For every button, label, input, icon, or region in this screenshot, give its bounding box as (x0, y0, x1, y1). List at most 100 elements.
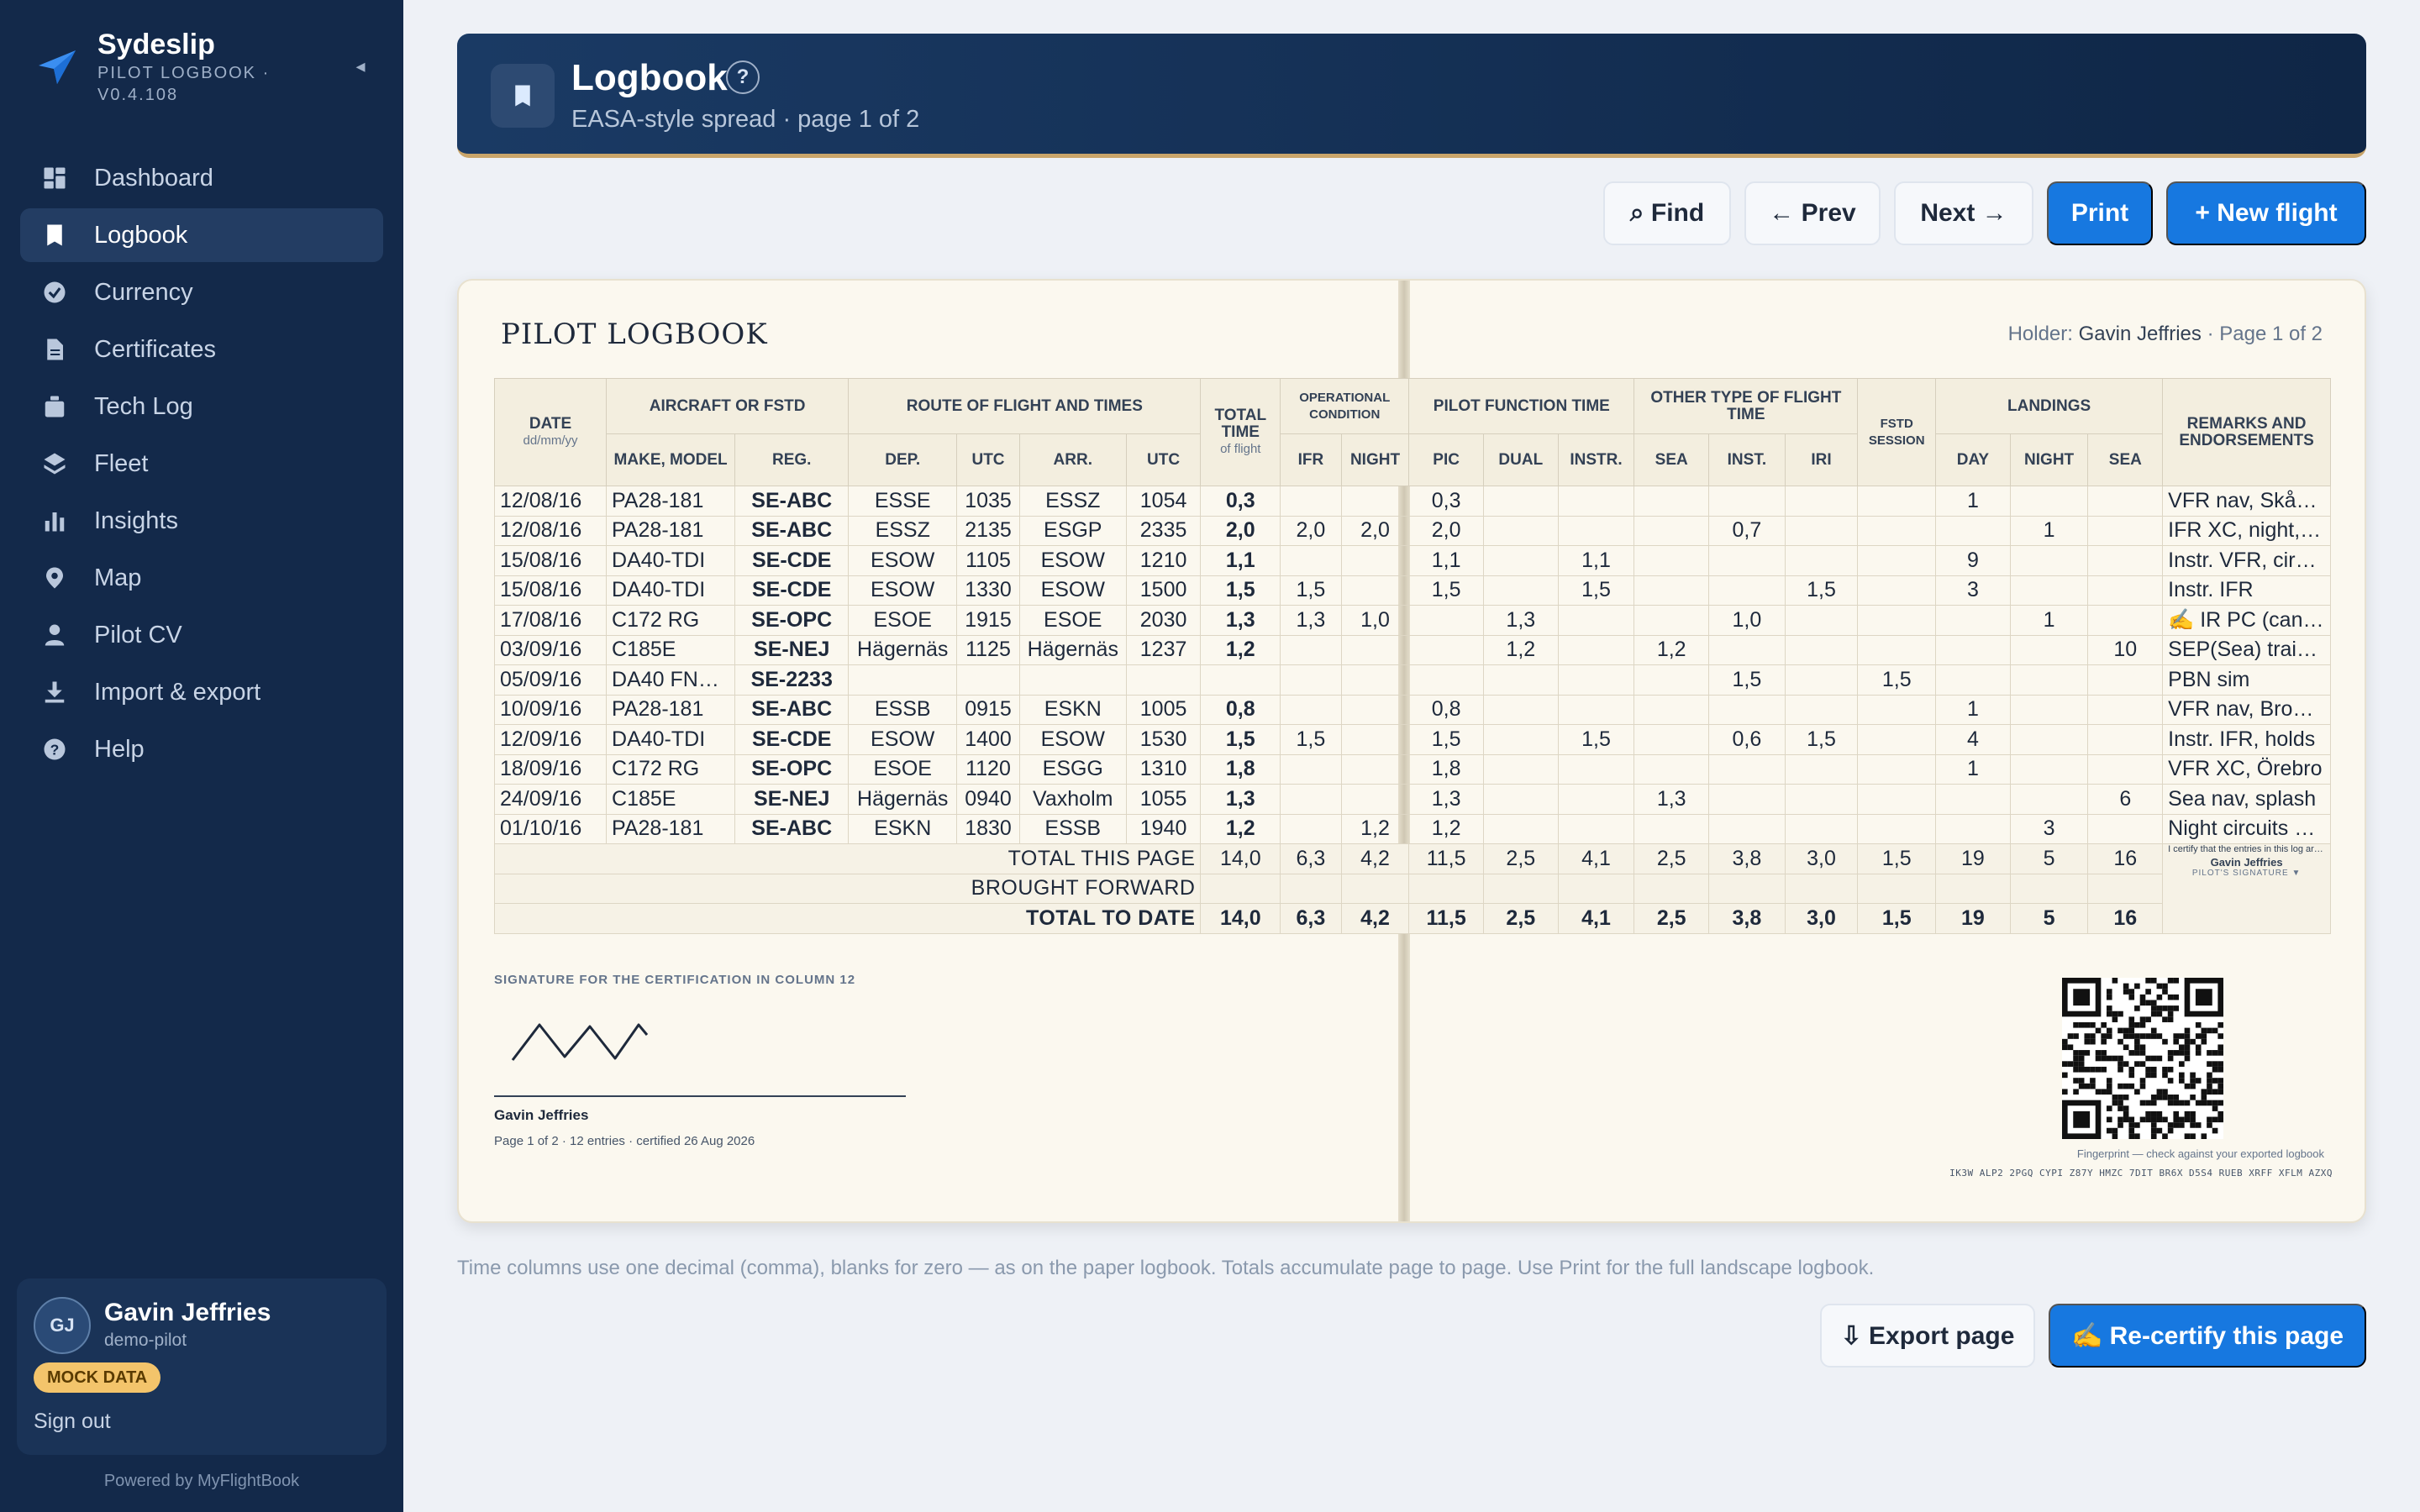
col-landings-night: NIGHT (2009, 433, 2089, 486)
table-row[interactable]: 15/08/16 DA40-TDI SE-CDE ESOW 1330 ESOW 1500 1,… (493, 575, 2331, 606)
totals-cell: 4,2 (1340, 903, 1410, 934)
sidebar-item-insights[interactable]: Insights (20, 494, 383, 548)
next-button[interactable]: Next → (1894, 181, 2033, 245)
table-cell: C185E (606, 634, 736, 665)
table-row[interactable]: 18/09/16 C172 RG SE-OPC ESOE 1120 ESGG 1310 1,8… (493, 753, 2331, 785)
print-button[interactable]: Print (2047, 181, 2153, 245)
table-row[interactable]: 10/09/16 PA28-181 SE-ABC ESSB 0915 ESKN 1005 0,… (493, 694, 2331, 725)
col-instr: INSTR. (1557, 433, 1635, 486)
totals-cell (1857, 873, 1937, 904)
table-row[interactable]: 05/09/16 DA40 FNPT II SE-2233 1,5 1,5 PBN sim (493, 664, 2331, 696)
table-cell: SE-ABC (734, 486, 850, 517)
table-cell: 1,5 (1557, 575, 1635, 606)
col-other-time: OTHER TYPE OF FLIGHT TIME (1634, 378, 1859, 434)
certification-box: I certify that the entries in this log a… (2162, 843, 2331, 934)
col-reg: REG. (734, 433, 850, 486)
table-row[interactable]: 15/08/16 DA40-TDI SE-CDE ESOW 1105 ESOW 1210 1,… (493, 545, 2331, 576)
table-cell: 1054 (1125, 486, 1202, 517)
col-aircraft: AIRCRAFT OR FSTD (606, 378, 850, 434)
sidebar-item-help[interactable]: ? Help (20, 722, 383, 776)
help-button[interactable]: ? (726, 60, 760, 94)
table-row[interactable]: 17/08/16 C172 RG SE-OPC ESOE 1915 ESOE 2030 1,3… (493, 605, 2331, 636)
sidebar-item-fleet[interactable]: Fleet (20, 437, 383, 491)
book-icon (491, 64, 555, 128)
table-cell (1708, 545, 1786, 576)
user-handle: demo-pilot (104, 1331, 187, 1350)
totals-label: BROUGHT FORWARD (493, 873, 1202, 904)
table-cell (2087, 664, 2164, 696)
sidebar-item-currency[interactable]: Currency (20, 265, 383, 319)
export-page-button[interactable]: ⇩ Export page (1820, 1304, 2035, 1368)
sidebar-item-dashboard[interactable]: Dashboard (20, 151, 383, 205)
table-cell: Sea nav, splash (2162, 784, 2331, 815)
table-cell (1340, 753, 1410, 785)
sidebar-item-pilot-cv[interactable]: Pilot CV (20, 608, 383, 662)
sidebar: Sydeslip PILOT LOGBOOK · V0.4.108 ◂ Dash… (0, 0, 403, 1512)
col-make-model: MAKE, MODEL (606, 433, 736, 486)
table-cell (1557, 515, 1635, 546)
table-cell: ESOW (1018, 724, 1127, 755)
table-cell: VFR nav, Skå–Essz (2162, 486, 2331, 517)
col-date: DATE dd/mm/yy (493, 378, 608, 486)
prev-button[interactable]: ← Prev (1744, 181, 1881, 245)
sidebar-item-import-export[interactable]: Import & export (20, 665, 383, 719)
table-cell: 1 (1935, 753, 2011, 785)
col-night: NIGHT (1340, 433, 1410, 486)
holder-name: Gavin Jeffries (2078, 323, 2202, 345)
table-cell (2087, 486, 2164, 517)
table-cell (1280, 486, 1342, 517)
table-cell: 0,8 (1200, 694, 1281, 725)
table-cell: 1 (1935, 694, 2011, 725)
certify-name: Gavin Jeffries (2210, 856, 2283, 869)
table-cell: Hägernäs (848, 634, 958, 665)
table-row[interactable]: 12/08/16 PA28-181 SE-ABC ESSE 1035 ESSZ 1054 0,… (493, 486, 2331, 517)
col-inst: INST. (1708, 433, 1786, 486)
table-cell (1708, 575, 1786, 606)
table-cell (1482, 515, 1559, 546)
new-flight-button[interactable]: + New flight (2166, 181, 2366, 245)
table-cell: 0915 (956, 694, 1020, 725)
totals-cell: 19 (1935, 903, 2011, 934)
table-row[interactable]: 12/09/16 DA40-TDI SE-CDE ESOW 1400 ESOW 1530 1,… (493, 724, 2331, 755)
table-cell: PA28-181 (606, 515, 736, 546)
table-cell: 1 (2009, 605, 2089, 636)
sidebar-item-map[interactable]: Map (20, 551, 383, 605)
find-button[interactable]: ⌕ Find (1603, 181, 1731, 245)
sidebar-item-certificates[interactable]: Certificates (20, 323, 383, 376)
table-cell: 3 (1935, 575, 2011, 606)
table-cell: 1 (1935, 486, 2011, 517)
table-cell: 1,5 (1784, 724, 1859, 755)
sidebar-item-tech-log[interactable]: Tech Log (20, 380, 383, 433)
table-cell: 1,5 (1557, 724, 1635, 755)
footnote: Time columns use one decimal (comma), bl… (457, 1257, 1875, 1279)
table-row[interactable]: 12/08/16 PA28-181 SE-ABC ESSZ 2135 ESGP 2335 2,… (493, 515, 2331, 546)
totals-cell (1557, 873, 1635, 904)
table-row[interactable]: 01/10/16 PA28-181 SE-ABC ESKN 1830 ESSB 1940 1,… (493, 813, 2331, 844)
table-cell: 1,5 (1280, 575, 1342, 606)
sidebar-item-label: Fleet (94, 449, 149, 477)
table-cell (1708, 753, 1786, 785)
table-row[interactable]: 24/09/16 C185E SE-NEJ Hägernäs 0940 Vaxholm 10… (493, 784, 2331, 815)
table-cell: Night circuits ESSB (2162, 813, 2331, 844)
col-total-time: TOTAL TIME of flight (1200, 378, 1281, 486)
table-cell: 1,3 (1634, 784, 1710, 815)
recertify-page-button[interactable]: ✍ Re-certify this page (2049, 1304, 2366, 1368)
totals-cell: 3,0 (1784, 903, 1859, 934)
totals-cell: 3,8 (1708, 843, 1786, 874)
table-row[interactable]: 03/09/16 C185E SE-NEJ Hägernäs 1125 Hägernäs 1… (493, 634, 2331, 665)
table-cell: ESSZ (1018, 486, 1127, 517)
table-cell (1482, 545, 1559, 576)
table-cell: 1830 (956, 813, 1020, 844)
table-cell: 1035 (956, 486, 1020, 517)
col-ifr: IFR (1280, 433, 1342, 486)
table-cell: ESOW (848, 545, 958, 576)
sidebar-item-logbook[interactable]: Logbook (20, 208, 383, 262)
totals-cell (2009, 873, 2089, 904)
table-cell: 12/08/16 (493, 486, 608, 517)
sign-out-link[interactable]: Sign out (34, 1410, 111, 1434)
totals-cell: 14,0 (1200, 843, 1281, 874)
collapse-sidebar-button[interactable]: ◂ (348, 54, 373, 79)
table-cell: ESSB (1018, 813, 1127, 844)
table-cell (1634, 545, 1710, 576)
table-cell: 1500 (1125, 575, 1202, 606)
